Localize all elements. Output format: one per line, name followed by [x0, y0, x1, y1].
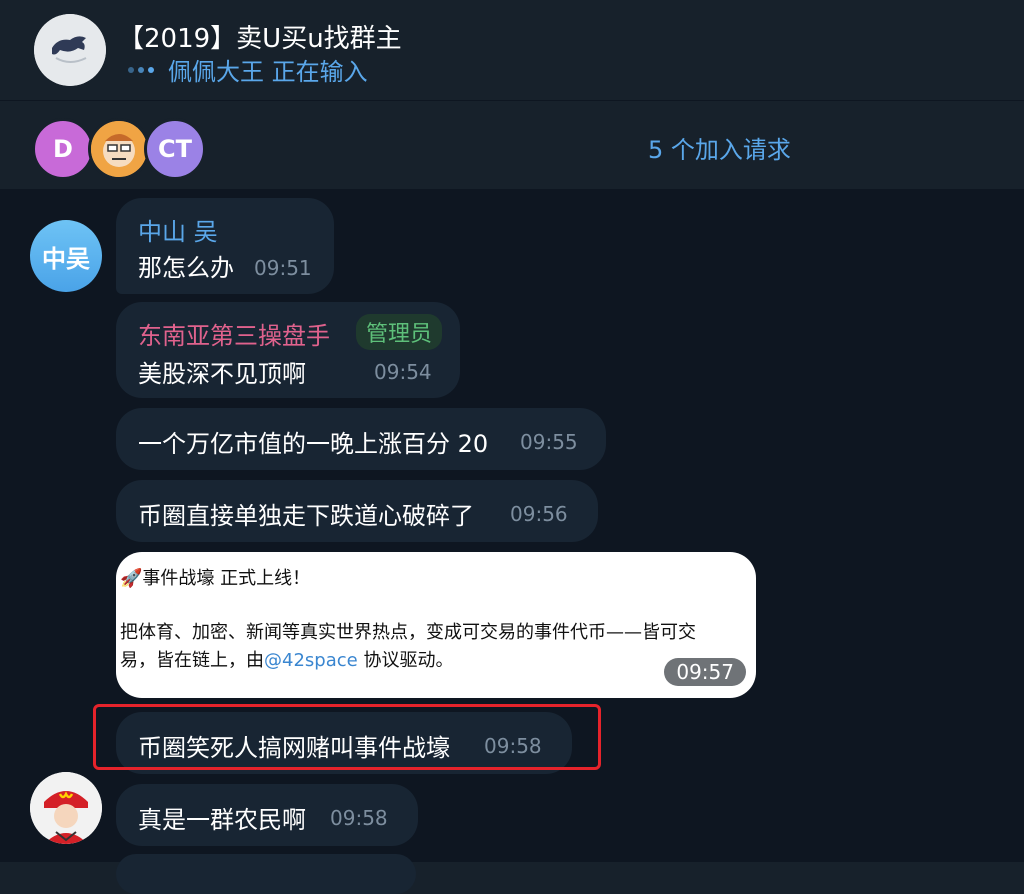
card-body-line: 把体育、加密、新闻等真实世界热点，变成可交易的事件代币——皆可交 [120, 622, 696, 643]
typing-dots-icon [128, 66, 154, 73]
message-sender[interactable]: 东南亚第三操盘手 [138, 316, 330, 351]
message-bubble[interactable]: 真是一群农民啊 09:58 [116, 784, 418, 846]
typing-status: 佩佩大王 正在输入 [128, 52, 368, 87]
requester-avatar-ct: CT [144, 118, 206, 180]
avatar-zhongshan-wu[interactable]: 中吴 [30, 220, 102, 292]
message-text: 美股深不见顶啊 [138, 360, 306, 388]
message-sender[interactable]: 中山 吴 [138, 212, 218, 247]
chat-title[interactable]: 【2019】卖U买u找群主 [118, 18, 402, 55]
group-avatar[interactable] [34, 14, 106, 86]
message-bubble[interactable] [116, 854, 416, 894]
message-time: 09:55 [520, 430, 578, 454]
message-time: 09:58 [330, 806, 388, 830]
highlight-annotation [93, 704, 601, 770]
message-time: 09:56 [510, 502, 568, 526]
announcement-card[interactable]: 🚀事件战壕 正式上线！ 把体育、加密、新闻等真实世界热点，变成可交易的事件代币—… [116, 552, 756, 698]
message-bubble[interactable]: 一个万亿市值的一晚上涨百分 20 09:55 [116, 408, 606, 470]
message-time: 09:57 [664, 658, 746, 686]
message-text: 币圈直接单独走下跌道心破碎了 [138, 502, 474, 530]
typing-text: 佩佩大王 正在输入 [168, 58, 368, 86]
admin-badge: 管理员 [356, 314, 443, 350]
chat-header: 【2019】卖U买u找群主 佩佩大王 正在输入 [0, 0, 1024, 101]
message-time: 09:51 [254, 256, 312, 280]
mcdonalds-cap-avatar-icon[interactable] [30, 772, 102, 844]
mention-link[interactable]: @42space [264, 650, 358, 671]
message-bubble[interactable]: 币圈直接单独走下跌道心破碎了 09:56 [116, 480, 598, 542]
message-text: 真是一群农民啊 [138, 806, 306, 834]
message-bubble[interactable]: 东南亚第三操盘手 管理员 美股深不见顶啊 09:54 [116, 302, 460, 398]
card-headline: 🚀事件战壕 正式上线！ [120, 568, 311, 589]
message-text: 一个万亿市值的一晚上涨百分 20 [138, 430, 489, 458]
cartoon-face-icon [88, 118, 150, 180]
card-body-line: 易，皆在链上，由@42space 协议驱动。 [120, 650, 454, 671]
message-text: 那怎么办 [138, 254, 234, 282]
message-bubble[interactable]: 中山 吴 那怎么办 09:51 [116, 198, 334, 294]
message-time: 09:54 [374, 360, 432, 384]
join-requests-link[interactable]: 5 个加入请求 [648, 130, 791, 165]
requester-avatar-d: D [32, 118, 94, 180]
bull-logo-icon [34, 14, 106, 86]
